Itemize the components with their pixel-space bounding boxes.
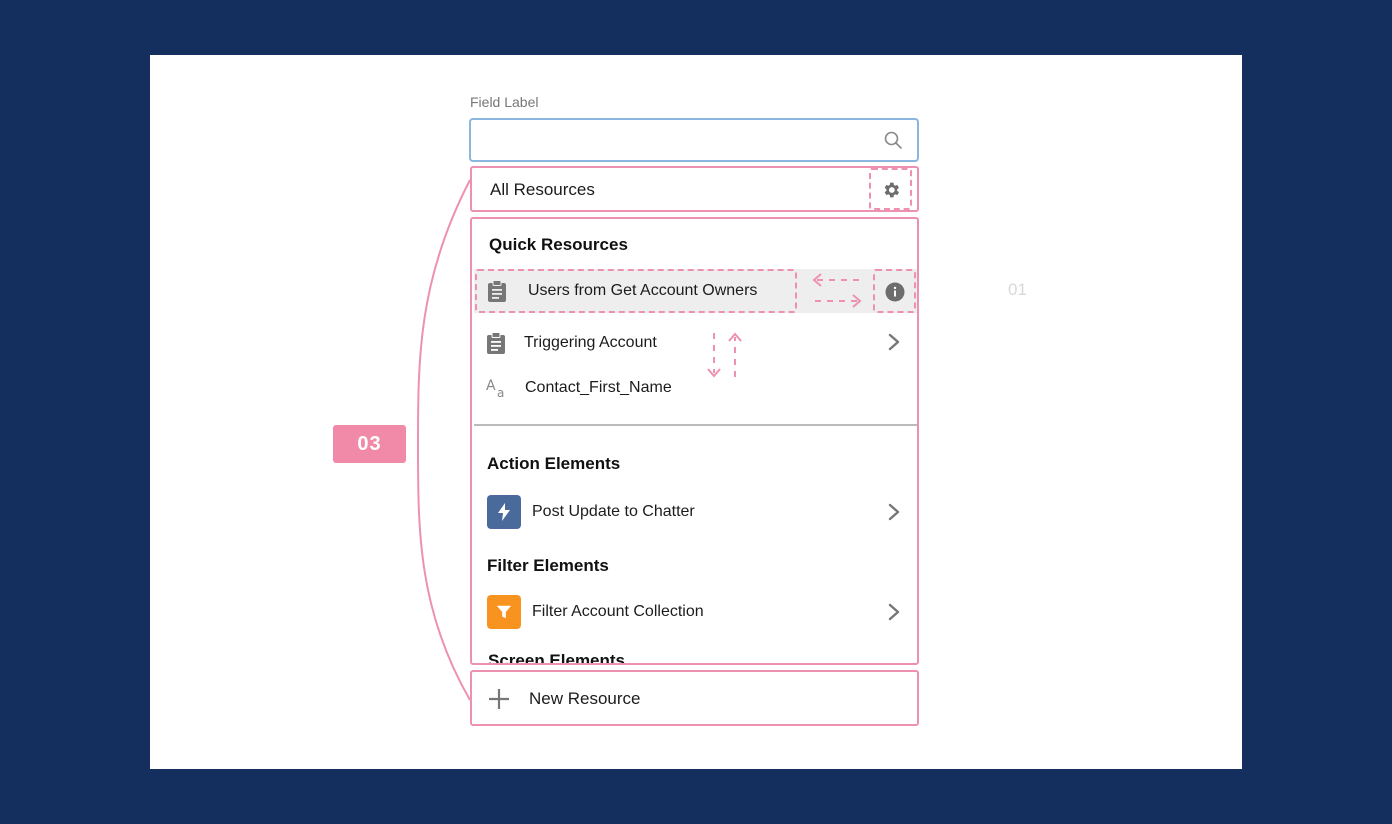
resource-list[interactable]: Quick Resources Users from Get Account O…	[470, 217, 919, 665]
info-button[interactable]	[873, 269, 916, 313]
text-variable-icon: A a	[486, 378, 504, 399]
new-resource-label: New Resource	[529, 689, 641, 708]
clipboard-icon	[487, 332, 505, 354]
info-icon	[885, 282, 905, 302]
section-title-quick-resources: Quick Resources	[489, 235, 628, 254]
chevron-right-icon[interactable]	[888, 503, 900, 521]
plus-icon	[489, 689, 509, 709]
svg-text:a: a	[497, 386, 504, 399]
search-icon	[884, 131, 902, 149]
list-item-triggering-account[interactable]: Triggering Account	[472, 321, 917, 365]
chevron-right-icon[interactable]	[888, 603, 900, 621]
filter-icon	[487, 595, 521, 629]
list-item-label: Contact_First_Name	[525, 379, 672, 396]
list-item-label: Filter Account Collection	[532, 603, 704, 620]
search-input[interactable]	[469, 118, 919, 162]
section-title-filter-elements: Filter Elements	[487, 556, 609, 575]
section-divider	[474, 424, 917, 426]
resource-filter[interactable]: All Resources	[470, 166, 919, 212]
section-title-screen-elements: Screen Elements	[488, 651, 626, 665]
lightning-icon	[487, 495, 521, 529]
list-item-label: Post Update to Chatter	[532, 503, 695, 520]
annotation-bracket	[417, 179, 471, 701]
gear-icon	[884, 182, 899, 198]
horizontal-navigation-arrows-icon	[812, 273, 862, 308]
new-resource-button[interactable]: New Resource	[470, 670, 919, 726]
chevron-right-icon[interactable]	[888, 333, 900, 351]
resource-filter-label: All Resources	[490, 180, 595, 199]
svg-text:A: A	[486, 378, 496, 394]
list-item-label: Triggering Account	[524, 334, 657, 351]
section-title-action-elements: Action Elements	[487, 454, 621, 473]
annotation-badge-03: 03	[333, 425, 406, 463]
list-item-contact-first-name[interactable]: A a Contact_First_Name	[472, 366, 917, 410]
annotation-side-label: 01	[1008, 280, 1027, 299]
list-item-post-update-to-chatter[interactable]: Post Update to Chatter	[472, 490, 917, 534]
list-item-filter-account-collection[interactable]: Filter Account Collection	[472, 590, 917, 634]
field-label: Field Label	[470, 94, 539, 110]
settings-button[interactable]	[869, 168, 912, 210]
annotation-dashed-label-box	[475, 269, 797, 313]
